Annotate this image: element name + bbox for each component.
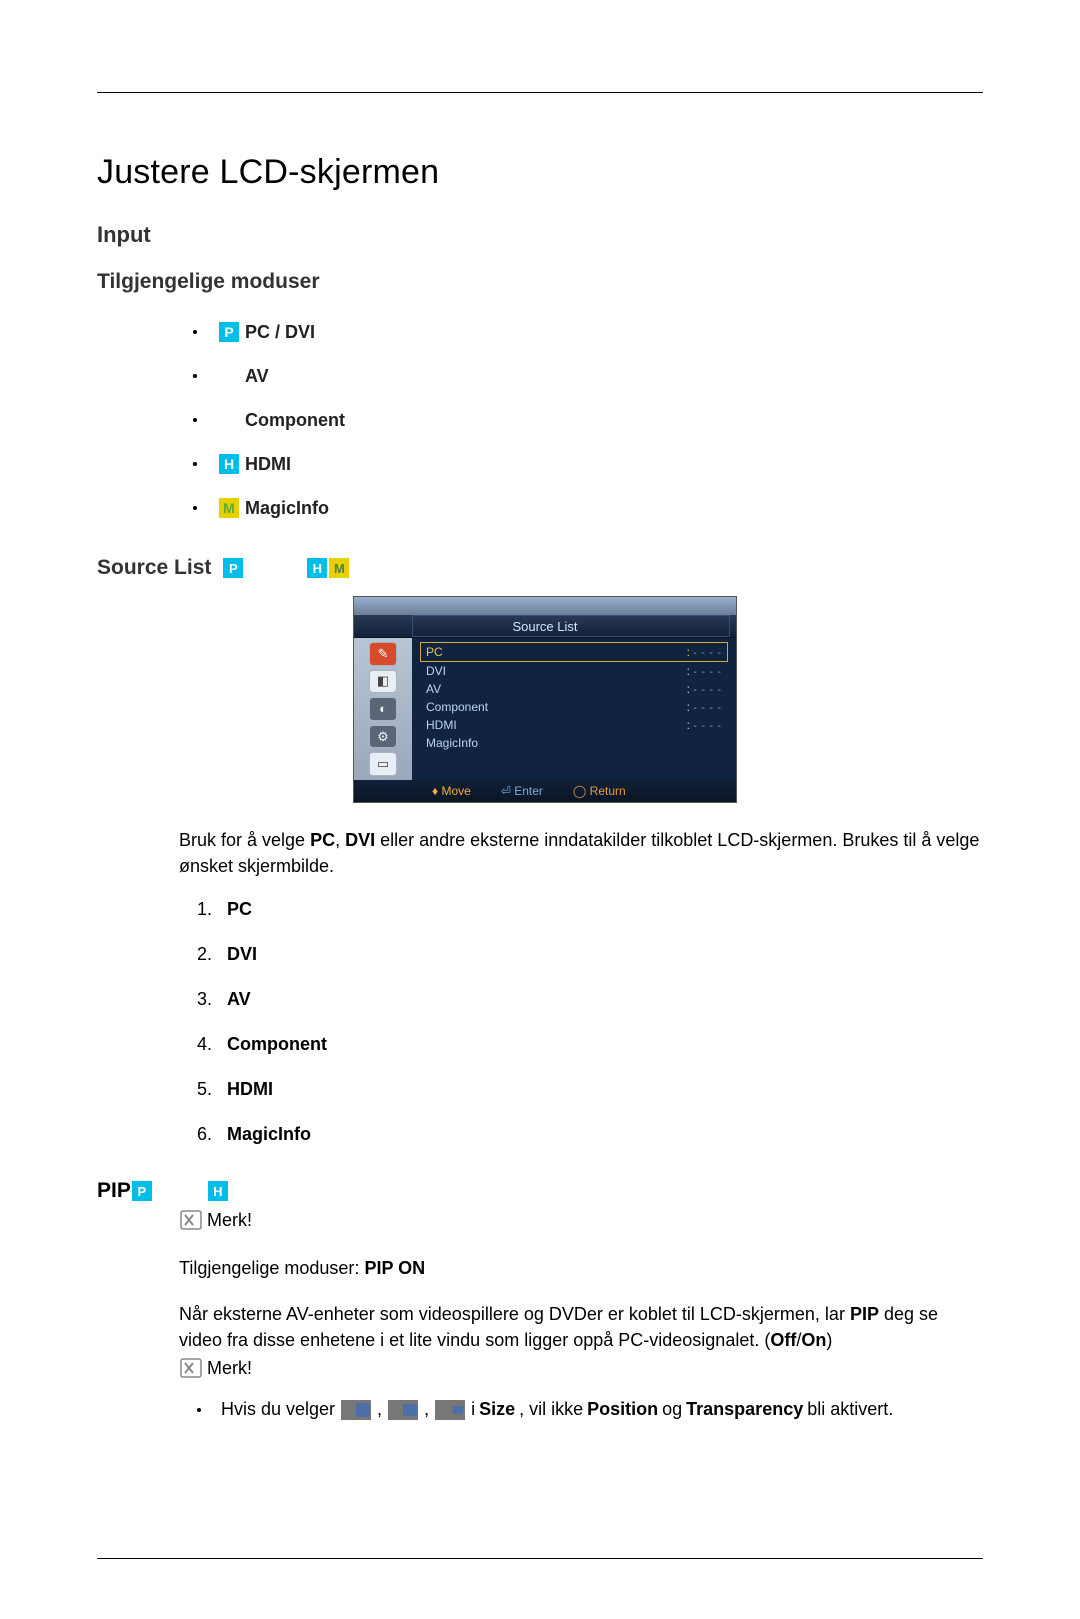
osd-row-selected: PC : - - - - [420,642,728,662]
osd-foot-enter: Enter [514,784,543,798]
osd-foot-move: Move [441,784,470,798]
list-item: H HDMI [193,442,983,486]
bullet-icon [193,330,197,334]
osd-item-value: - - - - [693,648,722,659]
list-item: 6.MagicInfo [197,1124,983,1145]
mode-label: PC / DVI [245,322,315,343]
list-item: Component [193,398,983,442]
osd-sidebar: ✎ ◧ ◐ ⚙ ▭ [354,638,412,780]
note-row: Merk! [179,1207,983,1233]
available-modes-heading: Tilgjengelige moduser [97,270,983,294]
bullet-icon [193,506,197,510]
osd-item-value: - - - - [693,703,722,714]
blank-mode-icon [219,410,239,430]
osd-row: AV : - - - - [420,680,728,698]
list-item: 3.AV [197,989,983,1010]
osd-item-label: AV [426,682,441,696]
source-numbered-list: 1.PC 2.DVI 3.AV 4.Component 5.HDMI 6.Mag… [197,899,983,1145]
hdmi-mode-icon: H [208,1181,228,1201]
hdmi-mode-icon: H [307,558,327,578]
note-text: Merk! [207,1210,252,1231]
mode-label: Component [245,410,345,431]
pip-label: PIP [97,1179,131,1203]
osd-title: Source List [354,615,736,638]
bullet-icon [193,418,197,422]
bottom-rule [97,1558,983,1559]
osd-item-value: - - - - [693,721,722,732]
mode-label: AV [245,366,269,387]
osd-row: HDMI : - - - - [420,716,728,734]
list-item: 2.DVI [197,944,983,965]
pc-mode-icon: P [132,1181,152,1201]
mode-label: MagicInfo [245,498,329,519]
magicinfo-mode-icon: M [219,498,239,518]
osd-foot-return: Return [590,784,626,798]
pc-mode-icon: P [219,322,239,342]
osd-row: DVI : - - - - [420,662,728,680]
list-item: 4.Component [197,1034,983,1055]
osd-footer: ♦ Move ⏎ Enter ◯ Return [354,780,736,802]
osd-item-label: HDMI [426,718,457,732]
osd-side-icon: ◐ [369,697,397,721]
mode-label: HDMI [245,454,291,475]
page-title: Justere LCD-skjermen [97,153,983,192]
pip-heading: PIP P H [97,1179,983,1203]
top-rule [97,92,983,93]
osd-screenshot: Source List ✎ ◧ ◐ ⚙ ▭ PC : - - - - DVI [353,596,983,803]
osd-side-icon: ▭ [369,752,397,776]
available-modes-list: P PC / DVI AV Component H HDMI M MagicIn… [193,310,983,530]
osd-item-value: - - - - [693,685,722,696]
size-option-icon [388,1400,418,1420]
note-text: Merk! [207,1358,252,1379]
size-option-icon [341,1400,371,1420]
osd-item-label: Component [426,700,488,714]
osd-row: Component : - - - - [420,698,728,716]
size-option-icon [435,1400,465,1420]
source-list-label: Source List [97,556,211,580]
bullet-icon [193,462,197,466]
blank-mode-icon [219,366,239,386]
source-description: Bruk for å velge PC, DVI eller andre eks… [179,827,983,879]
osd-list: PC : - - - - DVI : - - - - AV : - - - - … [412,638,736,780]
list-item: 1.PC [197,899,983,920]
osd-side-icon: ⚙ [369,725,397,749]
input-heading: Input [97,222,983,248]
list-item: M MagicInfo [193,486,983,530]
note-row: Merk! [179,1355,983,1381]
magicinfo-mode-icon: M [329,558,349,578]
note-icon [179,1355,205,1381]
list-item: 5.HDMI [197,1079,983,1100]
osd-side-icon: ✎ [369,642,397,666]
list-item: AV [193,354,983,398]
list-item: P PC / DVI [193,310,983,354]
pip-description: Når eksterne AV-enheter som videospiller… [179,1301,983,1353]
hdmi-mode-icon: H [219,454,239,474]
pip-modes-text: Tilgjengelige moduser: PIP ON [179,1255,983,1281]
pc-mode-icon: P [223,558,243,578]
osd-item-label: MagicInfo [426,736,478,750]
osd-item-value: - - - - [693,667,722,678]
osd-side-icon: ◧ [369,670,397,694]
osd-item-label: DVI [426,664,446,678]
osd-item-label: PC [426,645,443,659]
source-list-heading: Source List P H M [97,556,983,580]
size-note: Hvis du velger , , i Size, vil ikke Posi… [197,1399,983,1420]
osd-row: MagicInfo [420,734,728,752]
note-icon [179,1207,205,1233]
bullet-icon [193,374,197,378]
bullet-icon [197,1408,201,1412]
